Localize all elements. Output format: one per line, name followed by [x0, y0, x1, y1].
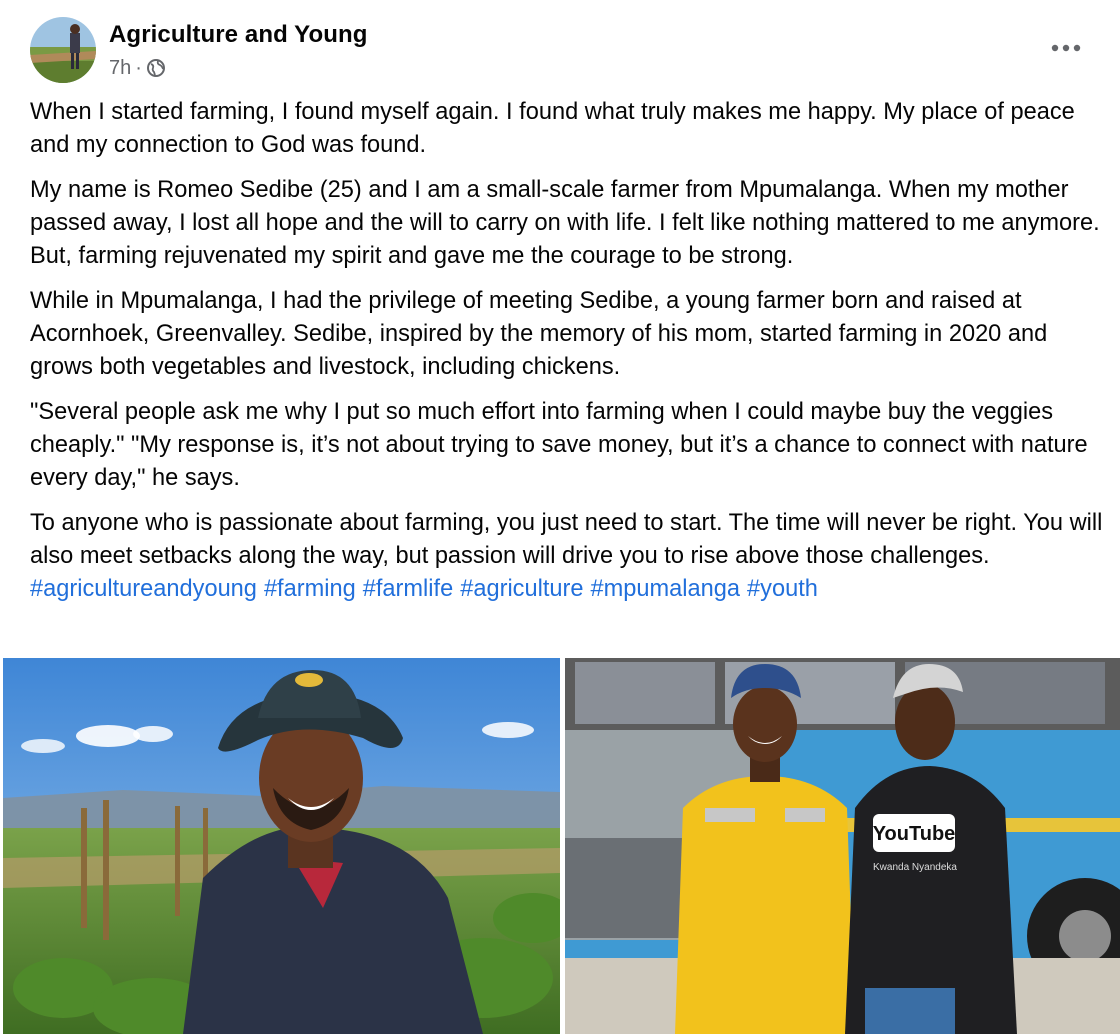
post-paragraph: When I started farming, I found myself a…: [30, 99, 1075, 158]
post-paragraph: My name is Romeo Sedibe (25) and I am a …: [30, 177, 1100, 269]
post-paragraph: To anyone who is passionate about farmin…: [30, 510, 1103, 569]
page-name[interactable]: Agriculture and Young: [109, 21, 368, 49]
post-paragraph: "Several people ask me why I put so much…: [30, 399, 1088, 491]
hoodie-subtext: Kwanda Nyandeka: [873, 862, 957, 873]
hashtag-link[interactable]: #agriculture: [460, 573, 583, 606]
post-body: When I started farming, I found myself a…: [30, 96, 1110, 606]
meta-separator: ·: [135, 56, 142, 79]
post-header: Agriculture and Young 7h ·: [0, 0, 1120, 90]
hoodie-logo-text: YouTube: [873, 823, 956, 845]
post-photo-farmer-in-field[interactable]: [3, 658, 560, 1034]
post-photo-two-men-bus[interactable]: YouTube Kwanda Nyandeka: [565, 658, 1120, 1034]
hashtag-list: #agricultureandyoung #farming #farmlife …: [30, 573, 1110, 606]
page-avatar[interactable]: [30, 17, 96, 83]
globe-icon: [146, 58, 166, 78]
post-meta: 7h ·: [109, 56, 166, 80]
hashtag-link[interactable]: #agricultureandyoung: [30, 573, 257, 606]
post-timestamp[interactable]: 7h: [109, 57, 131, 80]
more-options-icon[interactable]: [1046, 34, 1086, 62]
hashtag-link[interactable]: #youth: [747, 573, 818, 606]
hashtag-link[interactable]: #mpumalanga: [591, 573, 741, 606]
post-paragraph: While in Mpumalanga, I had the privilege…: [30, 288, 1048, 380]
hashtag-link[interactable]: #farming: [264, 573, 356, 606]
hashtag-link[interactable]: #farmlife: [363, 573, 453, 606]
